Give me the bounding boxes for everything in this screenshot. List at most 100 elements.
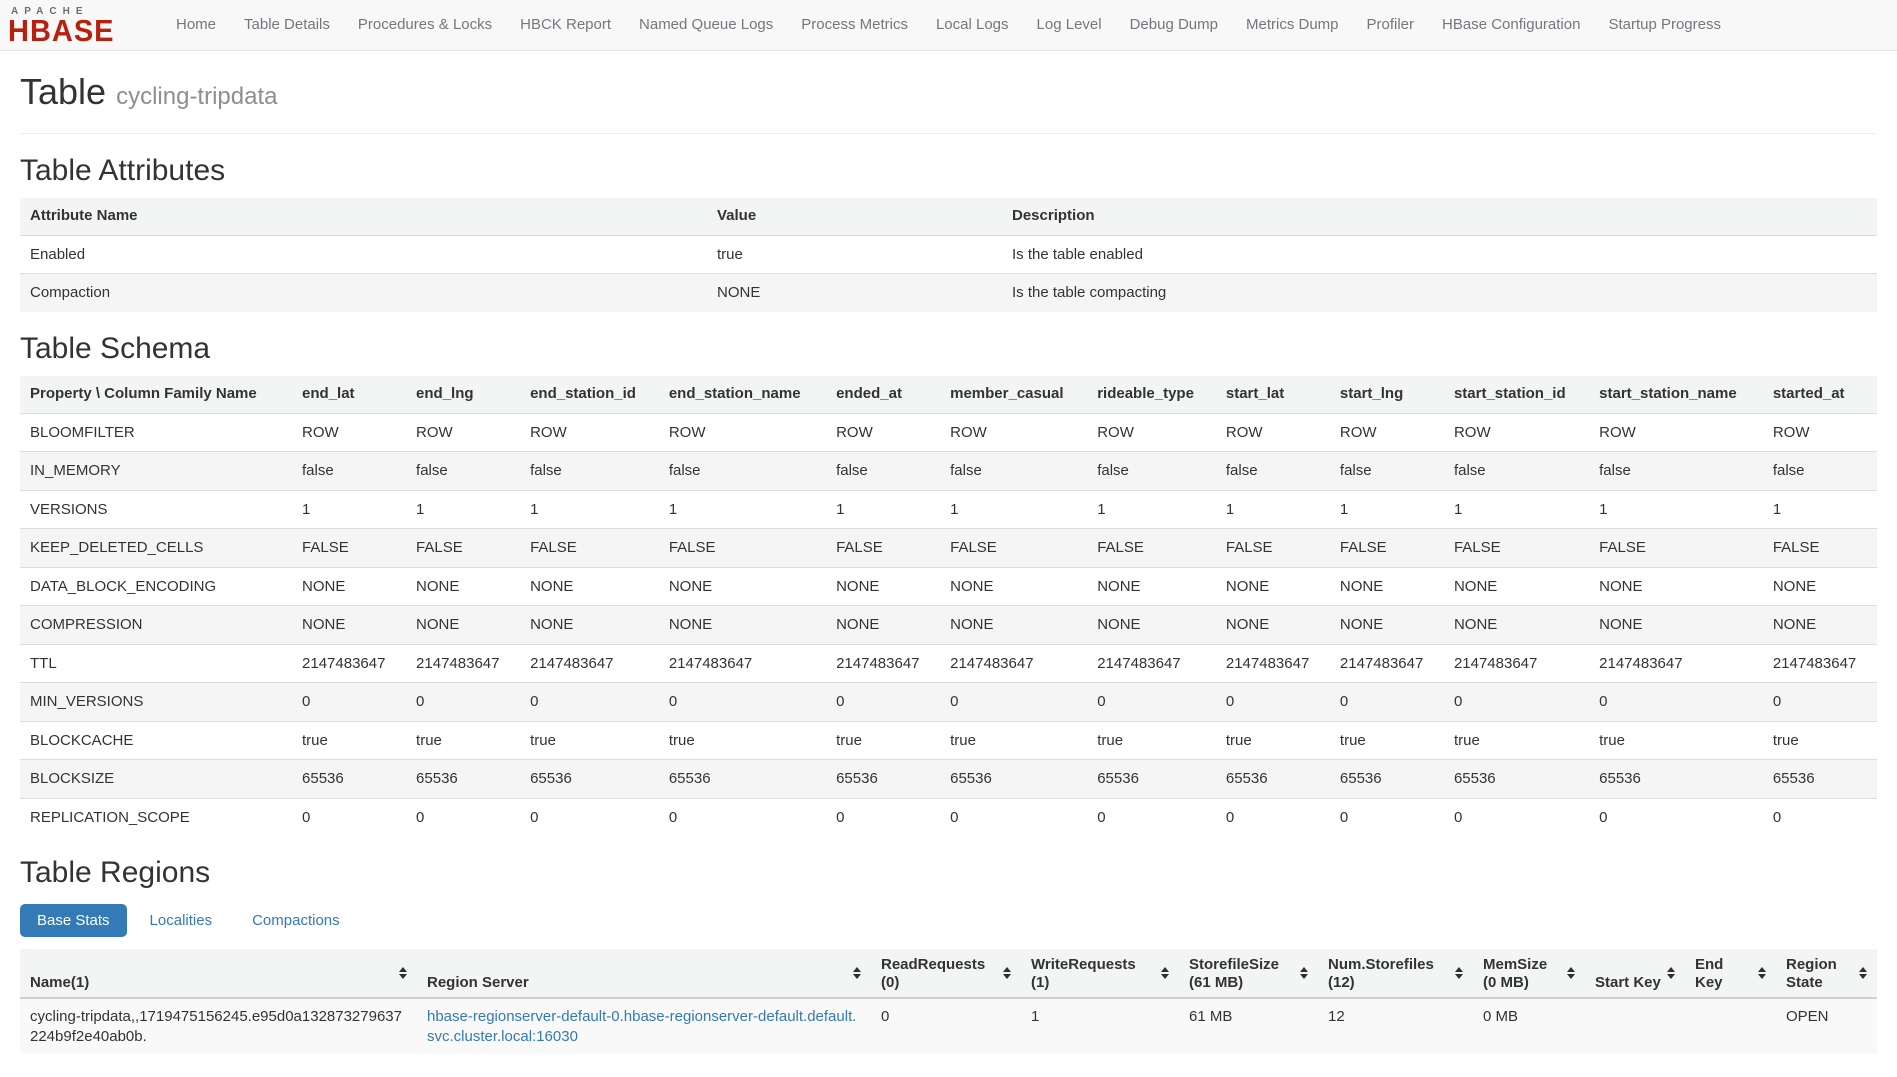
page-content: Table cycling-tripdata Table Attributes …: [0, 71, 1897, 1054]
schema-value-cell: 2147483647: [1087, 644, 1216, 683]
schema-property-cell: COMPRESSION: [20, 606, 292, 645]
schema-value-cell: 65536: [1216, 760, 1330, 799]
schema-value-cell: 2147483647: [1216, 644, 1330, 683]
schema-value-cell: FALSE: [1589, 529, 1763, 568]
schema-value-cell: NONE: [406, 606, 520, 645]
schema-corner-header: Property \ Column Family Name: [20, 376, 292, 413]
nav-link-home[interactable]: Home: [162, 0, 230, 50]
schema-value-cell: 0: [1087, 798, 1216, 836]
sortable-column-header-num-storefiles-12[interactable]: Num.Storefiles (12): [1318, 949, 1473, 998]
schema-value-cell: NONE: [406, 567, 520, 606]
schema-value-cell: true: [826, 721, 940, 760]
schema-value-cell: true: [1589, 721, 1763, 760]
column-label: End Key: [1695, 956, 1754, 992]
schema-value-cell: 0: [1444, 683, 1589, 722]
sortable-column-header-start-key[interactable]: Start Key: [1585, 949, 1685, 998]
nav-item: Log Level: [1023, 0, 1116, 50]
tab-base-stats[interactable]: Base Stats: [20, 904, 127, 937]
nav-item: Startup Progress: [1594, 0, 1735, 50]
schema-value-cell: true: [1087, 721, 1216, 760]
sort-down-arrow-icon: [1455, 974, 1463, 979]
nav-item: HBase Configuration: [1428, 0, 1594, 50]
column-header-content: Name(1): [30, 954, 407, 992]
sortable-column-header-readrequests-0[interactable]: ReadRequests (0): [871, 949, 1021, 998]
schema-column-family-header: start_station_id: [1444, 376, 1589, 413]
schema-value-cell: true: [1216, 721, 1330, 760]
schema-value-cell: NONE: [1216, 567, 1330, 606]
column-header-content: Start Key: [1595, 954, 1675, 992]
nav-link-hbck-report[interactable]: HBCK Report: [506, 0, 625, 50]
schema-value-cell: true: [406, 721, 520, 760]
nav-link-log-level[interactable]: Log Level: [1023, 0, 1116, 50]
sort-down-arrow-icon: [1859, 974, 1867, 979]
schema-value-cell: NONE: [659, 567, 826, 606]
schema-value-cell: false: [406, 452, 520, 491]
schema-property-cell: REPLICATION_SCOPE: [20, 798, 292, 836]
table-row: COMPRESSIONNONENONENONENONENONENONENONEN…: [20, 606, 1877, 645]
schema-property-cell: BLOCKSIZE: [20, 760, 292, 799]
sort-icon: [399, 967, 407, 979]
sort-up-arrow-icon: [1667, 967, 1675, 972]
schema-value-cell: 0: [1444, 798, 1589, 836]
column-label: ReadRequests (0): [881, 956, 999, 992]
nav-link-procedures-locks[interactable]: Procedures & Locks: [344, 0, 506, 50]
sort-down-arrow-icon: [1758, 974, 1766, 979]
schema-value-cell: NONE: [1589, 606, 1763, 645]
sortable-column-header-region-state[interactable]: Region State: [1776, 949, 1877, 998]
schema-value-cell: 2147483647: [1444, 644, 1589, 683]
nav-link-named-queue-logs[interactable]: Named Queue Logs: [625, 0, 787, 50]
region-server-link[interactable]: hbase-regionserver-default-0.hbase-regio…: [427, 1008, 856, 1045]
nav-link-process-metrics[interactable]: Process Metrics: [787, 0, 922, 50]
schema-value-cell: 1: [1087, 490, 1216, 529]
schema-value-cell: true: [1330, 721, 1444, 760]
tab-compactions[interactable]: Compactions: [235, 904, 357, 937]
schema-value-cell: 0: [826, 683, 940, 722]
nav-link-local-logs[interactable]: Local Logs: [922, 0, 1023, 50]
sort-up-arrow-icon: [1161, 967, 1169, 972]
attributes-heading: Table Attributes: [20, 154, 1877, 188]
nav-link-table-details[interactable]: Table Details: [230, 0, 344, 50]
sortable-column-header-memsize-0-mb[interactable]: MemSize (0 MB): [1473, 949, 1585, 998]
attributes-column-header: Description: [1002, 198, 1877, 235]
schema-value-cell: 0: [659, 798, 826, 836]
schema-column-family-header: start_lng: [1330, 376, 1444, 413]
schema-value-cell: true: [940, 721, 1087, 760]
sort-down-arrow-icon: [1003, 974, 1011, 979]
schema-column-family-header: end_lat: [292, 376, 406, 413]
schema-value-cell: 0: [520, 683, 659, 722]
nav-menu: HomeTable DetailsProcedures & LocksHBCK …: [162, 0, 1735, 50]
schema-value-cell: false: [1087, 452, 1216, 491]
nav-link-profiler[interactable]: Profiler: [1353, 0, 1429, 50]
schema-value-cell: false: [1216, 452, 1330, 491]
nav-item: Named Queue Logs: [625, 0, 787, 50]
schema-value-cell: true: [292, 721, 406, 760]
sortable-column-header-name-1[interactable]: Name(1): [20, 949, 417, 998]
schema-value-cell: NONE: [826, 567, 940, 606]
sortable-column-header-region-server[interactable]: Region Server: [417, 949, 871, 998]
schema-value-cell: true: [520, 721, 659, 760]
nav-item: Table Details: [230, 0, 344, 50]
hbase-logo[interactable]: APACHE HBASE: [8, 6, 140, 46]
schema-column-family-header: started_at: [1763, 376, 1877, 413]
schema-value-cell: NONE: [826, 606, 940, 645]
column-label: Region State: [1786, 956, 1855, 992]
schema-value-cell: 1: [1330, 490, 1444, 529]
mem-size-cell: 0 MB: [1473, 998, 1585, 1054]
sortable-column-header-end-key[interactable]: End Key: [1685, 949, 1776, 998]
sort-down-arrow-icon: [1667, 974, 1675, 979]
schema-value-cell: 1: [826, 490, 940, 529]
nav-link-startup-progress[interactable]: Startup Progress: [1594, 0, 1735, 50]
schema-value-cell: 1: [659, 490, 826, 529]
sortable-column-header-writerequests-1[interactable]: WriteRequests (1): [1021, 949, 1179, 998]
schema-value-cell: 0: [1589, 683, 1763, 722]
nav-link-debug-dump[interactable]: Debug Dump: [1116, 0, 1232, 50]
sort-up-arrow-icon: [853, 967, 861, 972]
schema-property-cell: TTL: [20, 644, 292, 683]
schema-value-cell: 65536: [406, 760, 520, 799]
tab-localities[interactable]: Localities: [133, 904, 230, 937]
nav-link-metrics-dump[interactable]: Metrics Dump: [1232, 0, 1353, 50]
nav-link-hbase-configuration[interactable]: HBase Configuration: [1428, 0, 1594, 50]
schema-value-cell: NONE: [1330, 606, 1444, 645]
column-header-content: End Key: [1695, 954, 1766, 992]
sortable-column-header-storefilesize-61-mb[interactable]: StorefileSize (61 MB): [1179, 949, 1318, 998]
